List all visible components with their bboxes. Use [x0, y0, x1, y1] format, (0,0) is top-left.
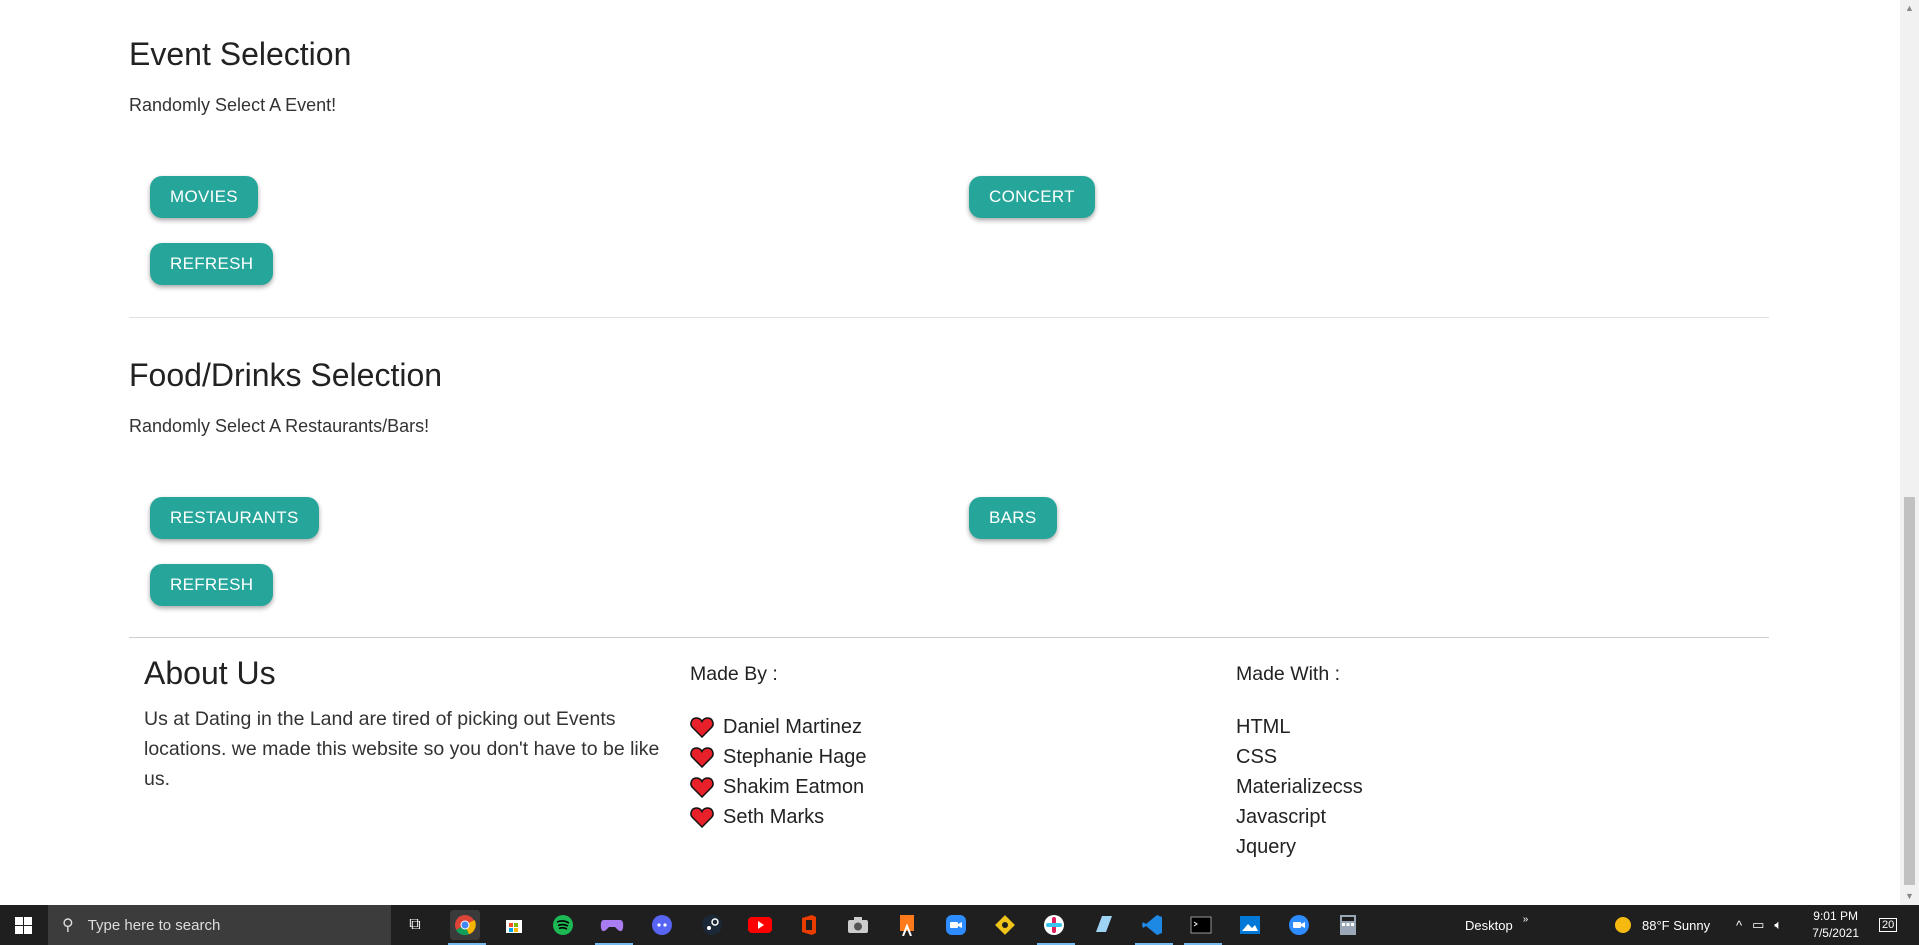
heart-icon [690, 807, 714, 828]
made-with-list: HTML CSS Materializecss Javascript Jquer… [1236, 712, 1363, 862]
list-item: Shakim Eatmon [690, 772, 866, 802]
event-section-subtitle: Randomly Select A Event! [129, 95, 337, 115]
clock-date: 7/5/2021 [1812, 926, 1859, 940]
taskbar-search-box[interactable]: ⚲ Type here to search [48, 905, 391, 945]
zoom-meeting-icon[interactable] [1284, 910, 1314, 940]
search-placeholder: Type here to search [87, 916, 221, 934]
scroll-down-arrow[interactable]: ▼ [1900, 888, 1919, 905]
slack-icon[interactable] [1039, 910, 1069, 940]
list-item: Daniel Martinez [690, 712, 866, 742]
web-page: Event Selection Randomly Select A Event!… [0, 0, 1900, 905]
notification-center-button[interactable]: 20 [1879, 905, 1898, 945]
person-name: Seth Marks [723, 806, 825, 828]
steam-icon[interactable] [697, 910, 727, 940]
scroll-thumb[interactable] [1904, 497, 1915, 885]
notepad-icon[interactable] [1088, 910, 1118, 940]
weather-widget[interactable]: 88°F Sunny [1614, 905, 1710, 945]
volume-icon[interactable]: 🔈︎ [1774, 917, 1782, 933]
made-by-heading: Made By : [690, 663, 778, 685]
food-section-subtitle: Randomly Select A Restaurants/Bars! [129, 416, 430, 436]
chrome-icon[interactable] [450, 910, 480, 940]
youtube-icon[interactable] [745, 910, 775, 940]
bars-button[interactable]: BARS [969, 497, 1057, 539]
search-icon: ⚲ [62, 917, 74, 934]
chevron-right-icon: » [1522, 913, 1529, 925]
system-clock[interactable]: 9:01 PM 7/5/2021 [1812, 908, 1859, 942]
git-icon[interactable] [990, 910, 1020, 940]
footer-divider [129, 637, 1769, 638]
weather-text: 88°F Sunny [1642, 917, 1711, 933]
person-name: Shakim Eatmon [723, 776, 865, 798]
windows-logo-icon [14, 916, 32, 934]
clock-time: 9:01 PM [1813, 909, 1858, 923]
heart-icon [690, 717, 714, 738]
sun-icon [1615, 917, 1631, 933]
network-icon[interactable]: ▭ [1752, 917, 1764, 933]
snipping-tool-icon[interactable] [892, 910, 922, 940]
person-name: Stephanie Hage [723, 746, 867, 768]
vscode-icon[interactable] [1137, 910, 1167, 940]
movies-button[interactable]: MOVIES [150, 176, 258, 218]
start-button[interactable] [0, 905, 46, 945]
task-view-icon[interactable]: ⧉ [400, 910, 430, 940]
about-us-text: Us at Dating in the Land are tired of pi… [144, 708, 660, 790]
heart-icon [690, 747, 714, 768]
camera-icon[interactable] [843, 910, 873, 940]
list-item: Javascript [1236, 806, 1327, 828]
about-us-column: About Us Us at Dating in the Land are ti… [144, 655, 664, 794]
event-section-title: Event Selection [129, 36, 352, 72]
tray-icons: ^ ▭ 🔈︎ [1736, 905, 1782, 945]
page-scrollbar[interactable]: ▲ ▼ [1900, 0, 1919, 905]
scroll-up-arrow[interactable]: ▲ [1900, 0, 1919, 17]
spotify-icon[interactable] [548, 910, 578, 940]
heart-icon [690, 777, 714, 798]
made-by-list: Daniel Martinez Stephanie Hage Shakim Ea… [690, 712, 866, 832]
restaurants-button[interactable]: RESTAURANTS [150, 497, 319, 539]
made-with-heading: Made With : [1236, 663, 1341, 685]
list-item: HTML [1236, 716, 1291, 738]
office-icon[interactable] [794, 910, 824, 940]
list-item: Materializecss [1236, 776, 1363, 798]
made-with-column: Made With : HTML CSS Materializecss Java… [1236, 663, 1363, 862]
list-item: Stephanie Hage [690, 742, 866, 772]
list-item: Seth Marks [690, 802, 866, 832]
windows-taskbar: ⚲ Type here to search ⧉ Desktop » 88°F S… [0, 905, 1919, 945]
zoom-icon[interactable] [941, 910, 971, 940]
calculator-icon[interactable] [1333, 910, 1363, 940]
store-icon[interactable] [499, 910, 529, 940]
game-controller-icon[interactable] [597, 910, 627, 940]
chevron-up-icon[interactable]: ^ [1736, 918, 1742, 933]
section-divider [129, 317, 1769, 318]
food-refresh-button[interactable]: REFRESH [150, 564, 274, 606]
desktop-label: Desktop [1465, 917, 1513, 933]
list-item: CSS [1236, 746, 1278, 768]
food-section-title: Food/Drinks Selection [129, 357, 443, 393]
made-by-column: Made By : Daniel Martinez Stephanie Hage… [690, 663, 866, 832]
person-name: Daniel Martinez [723, 716, 862, 738]
concert-button[interactable]: CONCERT [969, 176, 1095, 218]
terminal-icon[interactable] [1186, 910, 1216, 940]
list-item: Jquery [1236, 836, 1297, 858]
notification-count: 20 [1879, 918, 1898, 932]
about-us-title: About Us [144, 655, 276, 691]
desktop-toolbar-label[interactable]: Desktop » [1465, 905, 1528, 945]
event-refresh-button[interactable]: REFRESH [150, 243, 274, 285]
photos-icon[interactable] [1235, 910, 1265, 940]
discord-icon[interactable] [647, 910, 677, 940]
